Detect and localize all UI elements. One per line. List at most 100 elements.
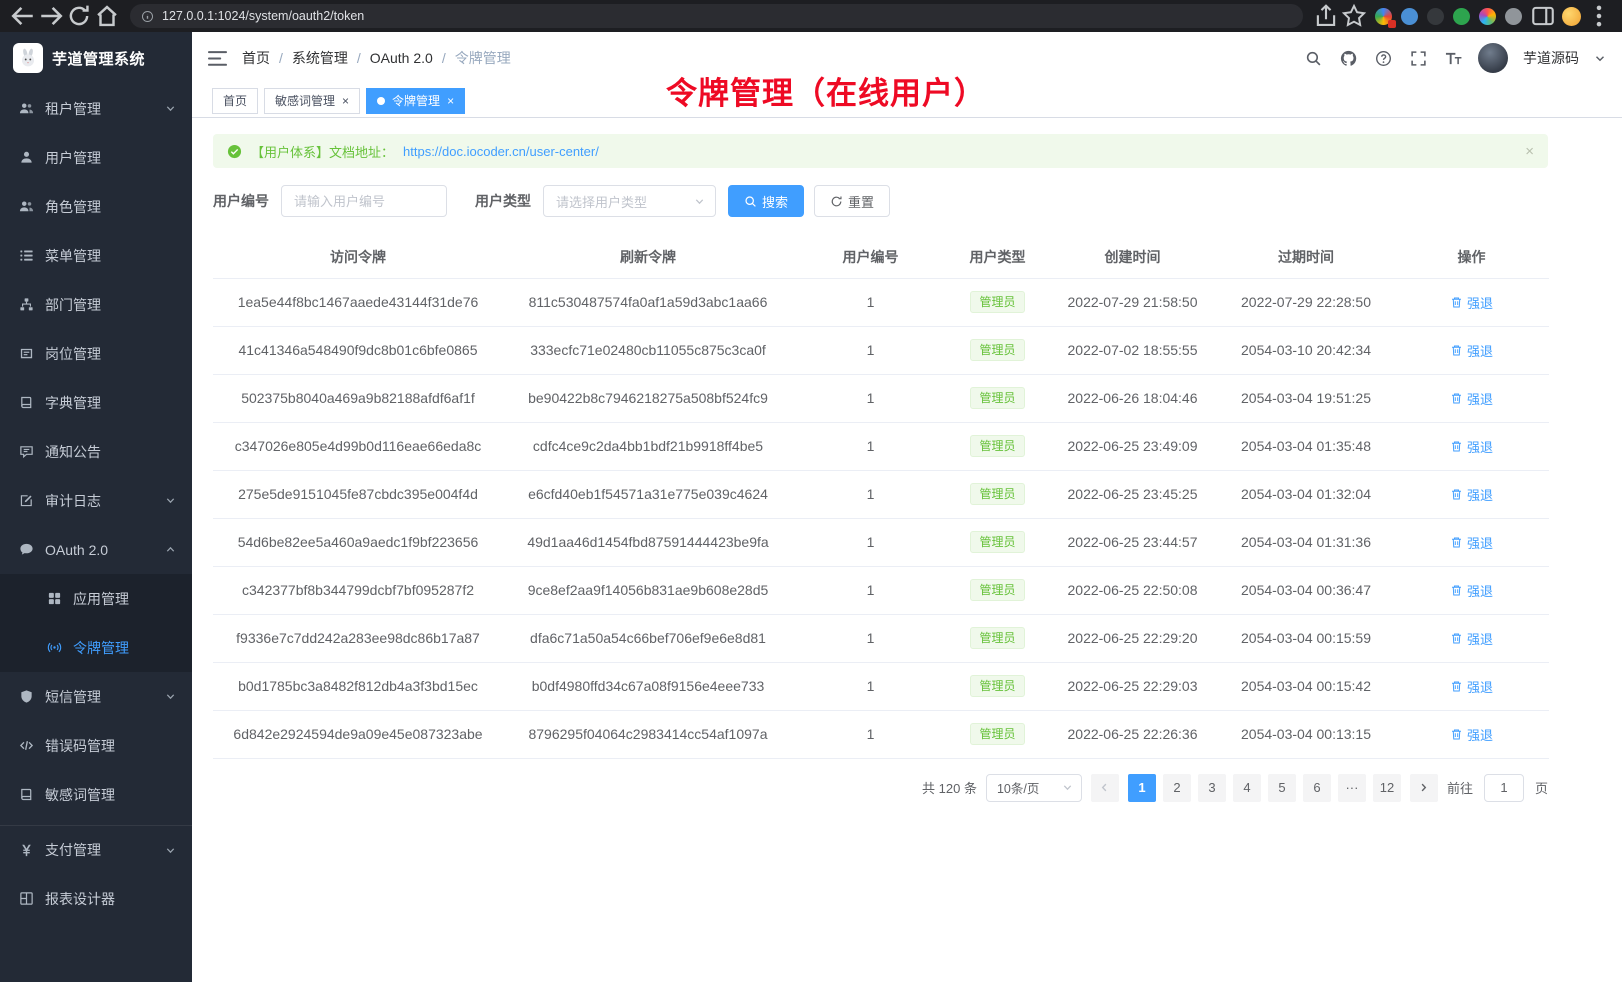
extension-blue-icon[interactable]	[1401, 8, 1418, 25]
close-icon[interactable]: ×	[447, 95, 454, 107]
sidebar-item-role-mgmt[interactable]: 角色管理	[0, 182, 192, 231]
sidebar-item-payment-mgmt[interactable]: 支付管理	[0, 825, 192, 874]
tab-token[interactable]: 令牌管理×	[366, 88, 465, 114]
page-button-1[interactable]: 1	[1128, 774, 1156, 802]
sidebar-item-label: 令牌管理	[73, 638, 129, 658]
sidebar-item-error-code-mgmt[interactable]: 错误码管理	[0, 721, 192, 770]
sidebar-item-dept-mgmt[interactable]: 部门管理	[0, 280, 192, 329]
user-type-select[interactable]: 请选择用户类型	[543, 185, 716, 217]
force-logout-button[interactable]: 强退	[1450, 437, 1493, 456]
breadcrumb-item[interactable]: 首页	[242, 48, 270, 68]
table-row: b0d1785bc3a8482f812db4a3f3bd15ecb0df4980…	[213, 662, 1549, 710]
book-icon	[19, 395, 34, 410]
force-logout-button[interactable]: 强退	[1450, 485, 1493, 504]
more-pages-button[interactable]: ···	[1338, 774, 1366, 802]
force-logout-button[interactable]: 强退	[1450, 389, 1493, 408]
action-cell: 强退	[1394, 278, 1549, 326]
sidebar-item-tenant-mgmt[interactable]: 租户管理	[0, 84, 192, 133]
breadcrumb-item[interactable]: OAuth 2.0	[370, 50, 433, 66]
share-icon[interactable]	[1313, 3, 1339, 29]
sidebar-item-oauth2[interactable]: OAuth 2.0	[0, 525, 192, 574]
side-panel-icon[interactable]	[1530, 3, 1556, 29]
font-size-icon[interactable]	[1443, 48, 1463, 68]
sidebar-item-dict-mgmt[interactable]: 字典管理	[0, 378, 192, 427]
tab-label: 首页	[223, 92, 247, 109]
sidebar-item-sms-mgmt[interactable]: 短信管理	[0, 672, 192, 721]
extension-dark-icon[interactable]	[1427, 8, 1444, 25]
prev-page-button[interactable]	[1091, 774, 1119, 802]
github-icon[interactable]	[1338, 48, 1358, 68]
extension-gray-icon[interactable]	[1505, 8, 1522, 25]
reset-button[interactable]: 重置	[814, 185, 890, 217]
page-button-12[interactable]: 12	[1373, 774, 1401, 802]
signal-icon	[47, 640, 62, 655]
goto-page-input[interactable]	[1484, 774, 1524, 802]
force-logout-button[interactable]: 强退	[1450, 677, 1493, 696]
page-button-5[interactable]: 5	[1268, 774, 1296, 802]
collapse-sidebar-icon[interactable]	[206, 47, 228, 69]
sidebar-item-app-mgmt[interactable]: 应用管理	[0, 574, 192, 623]
force-logout-label: 强退	[1467, 485, 1493, 504]
created-time-cell: 2022-07-29 21:58:50	[1047, 278, 1218, 326]
page-button-2[interactable]: 2	[1163, 774, 1191, 802]
browser-menu-icon[interactable]	[1586, 3, 1612, 29]
sidebar-item-token-mgmt[interactable]: 令牌管理	[0, 623, 192, 672]
forward-icon[interactable]	[38, 3, 64, 29]
extension-green-icon[interactable]	[1453, 8, 1470, 25]
force-logout-button[interactable]: 强退	[1450, 725, 1493, 744]
expire-time-cell: 2054-03-04 01:35:48	[1218, 422, 1394, 470]
list-icon	[19, 248, 34, 263]
force-logout-label: 强退	[1467, 389, 1493, 408]
chevron-down-icon[interactable]	[1594, 52, 1606, 64]
breadcrumb-item: 令牌管理	[455, 48, 511, 68]
force-logout-button[interactable]: 强退	[1450, 533, 1493, 552]
sidebar-item-post-mgmt[interactable]: 岗位管理	[0, 329, 192, 378]
reload-icon[interactable]	[66, 3, 92, 29]
bookmark-star-icon[interactable]	[1341, 3, 1367, 29]
goto-unit: 页	[1535, 778, 1548, 797]
expire-time-cell: 2054-03-04 00:36:47	[1218, 566, 1394, 614]
user-avatar[interactable]	[1478, 43, 1508, 73]
url-bar[interactable]: 127.0.0.1:1024/system/oauth2/token	[130, 4, 1303, 28]
help-icon[interactable]	[1373, 48, 1393, 68]
home-icon[interactable]	[94, 3, 120, 29]
breadcrumb-separator: /	[357, 50, 361, 66]
close-icon[interactable]: ×	[1525, 143, 1534, 160]
user-id-input[interactable]	[281, 185, 447, 217]
force-logout-button[interactable]: 强退	[1450, 293, 1493, 312]
search-icon[interactable]	[1303, 48, 1323, 68]
tab-sensitive-word[interactable]: 敏感词管理×	[264, 88, 360, 114]
doc-link[interactable]: https://doc.iocoder.cn/user-center/	[403, 144, 599, 159]
sidebar-item-sensitive-word-mgmt[interactable]: 敏感词管理	[0, 770, 192, 819]
info-icon[interactable]	[141, 10, 154, 23]
search-button[interactable]: 搜索	[728, 185, 804, 217]
access-token-cell: 1ea5e44f8bc1467aaede43144f31de76	[213, 278, 503, 326]
user-id-cell: 1	[793, 278, 948, 326]
app-logo[interactable]: 芋道管理系统	[0, 32, 192, 84]
sidebar-item-report-designer[interactable]: 报表设计器	[0, 874, 192, 923]
next-page-button[interactable]	[1410, 774, 1438, 802]
page-buttons: 123456···12	[1128, 774, 1401, 802]
force-logout-button[interactable]: 强退	[1450, 341, 1493, 360]
force-logout-label: 强退	[1467, 677, 1493, 696]
force-logout-button[interactable]: 强退	[1450, 629, 1493, 648]
extension-pinwheel-icon[interactable]	[1375, 8, 1392, 25]
page-size-select[interactable]: 10条/页	[986, 774, 1082, 802]
sidebar-item-menu-mgmt[interactable]: 菜单管理	[0, 231, 192, 280]
breadcrumb-item[interactable]: 系统管理	[292, 48, 348, 68]
page-button-3[interactable]: 3	[1198, 774, 1226, 802]
page-button-6[interactable]: 6	[1303, 774, 1331, 802]
user-name[interactable]: 芋道源码	[1523, 48, 1579, 68]
sidebar-item-audit-log[interactable]: 审计日志	[0, 476, 192, 525]
browser-profile-avatar[interactable]	[1558, 3, 1584, 29]
access-token-cell: 6d842e2924594de9a09e45e087323abe	[213, 710, 503, 758]
force-logout-button[interactable]: 强退	[1450, 581, 1493, 600]
extension-rainbow-icon[interactable]	[1479, 8, 1496, 25]
tab-home[interactable]: 首页	[212, 88, 258, 114]
sidebar-item-user-mgmt[interactable]: 用户管理	[0, 133, 192, 182]
sidebar-item-notice-mgmt[interactable]: 通知公告	[0, 427, 192, 476]
page-button-4[interactable]: 4	[1233, 774, 1261, 802]
back-icon[interactable]	[10, 3, 36, 29]
close-icon[interactable]: ×	[342, 95, 349, 107]
fullscreen-icon[interactable]	[1408, 48, 1428, 68]
